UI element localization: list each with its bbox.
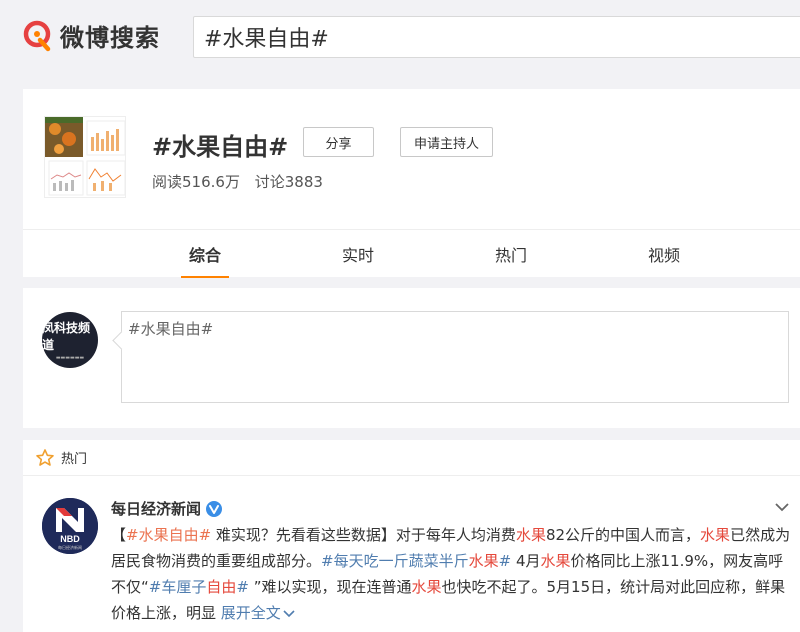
author-avatar[interactable]: NBD 每日经济新闻 bbox=[42, 498, 98, 554]
nbd-logo: NBD 每日经济新闻 bbox=[42, 498, 98, 554]
avatar-nbd-text: NBD bbox=[60, 534, 80, 544]
author-name[interactable]: 每日经济新闻 bbox=[111, 498, 201, 519]
avatar-text: 凤科技频道 bbox=[42, 321, 91, 352]
header: 微博搜索 bbox=[0, 0, 800, 76]
hashtag-link[interactable]: #每天吃一斤蔬菜半斤水果# bbox=[321, 552, 511, 570]
feed-header: 热门 bbox=[23, 440, 800, 476]
post-text-segment: ”难以实现，现在连普通 bbox=[248, 578, 412, 596]
post-text: 【#水果自由# 难实现？先看看这些数据】对于每年人均消费水果82公斤的中国人而言… bbox=[111, 522, 791, 626]
tab-video[interactable]: 视频 bbox=[624, 230, 704, 278]
keyword-highlight: 水果 bbox=[468, 552, 499, 570]
post-text-segment: 【 bbox=[111, 526, 127, 544]
read-count: 阅读516.6万 bbox=[152, 173, 240, 191]
hot-feed: 热门 NBD 每日经济新闻 每日经济新闻 【#水果自由# 难实现？先看看这些数据… bbox=[23, 440, 800, 632]
hashtag-link[interactable]: #水果自由# bbox=[126, 526, 211, 544]
avatar-subline-icon: ▬▬▬▬▬▬ bbox=[55, 355, 85, 361]
compose-box[interactable]: #水果自由# bbox=[121, 311, 789, 403]
compose-area: 凤科技频道 ▬▬▬▬▬▬ #水果自由# bbox=[23, 288, 800, 428]
topic-card: #水果自由# 分享 申请主持人 阅读516.6万 讨论3883 综合 实时 热门… bbox=[23, 89, 800, 278]
keyword-highlight: 水果 bbox=[411, 578, 442, 596]
expand-label: 展开全文 bbox=[220, 604, 281, 622]
weibo-search-logo[interactable]: 微博搜索 bbox=[22, 18, 160, 53]
keyword-highlight: 水果 bbox=[540, 552, 571, 570]
verified-icon bbox=[206, 500, 223, 517]
search-input[interactable] bbox=[194, 17, 800, 57]
search-logo-icon bbox=[23, 20, 51, 51]
post-text-segment: 4月 bbox=[511, 552, 541, 570]
hashtag-text: # bbox=[498, 552, 512, 570]
expand-full-text-link[interactable]: 展开全文 bbox=[221, 604, 295, 622]
tab-hot[interactable]: 热门 bbox=[471, 230, 551, 278]
keyword-highlight: 水果 bbox=[515, 526, 546, 544]
post-text-segment: 82公斤的中国人而言， bbox=[545, 526, 701, 544]
discussion-count: 讨论3883 bbox=[254, 173, 323, 191]
chart-collage-image bbox=[45, 117, 125, 196]
tab-realtime[interactable]: 实时 bbox=[318, 230, 398, 278]
hashtag-link[interactable]: #车厘子自由# bbox=[149, 578, 249, 596]
apply-host-button[interactable]: 申请主持人 bbox=[400, 127, 493, 157]
hashtag-text: # bbox=[236, 578, 249, 596]
keyword-highlight: 水果 bbox=[700, 526, 731, 544]
section-label: 热门 bbox=[61, 452, 88, 467]
share-button[interactable]: 分享 bbox=[303, 127, 374, 157]
topic-stats: 阅读516.6万 讨论3883 bbox=[152, 171, 333, 192]
post-author[interactable]: 每日经济新闻 bbox=[111, 498, 223, 519]
search-box[interactable] bbox=[193, 16, 800, 58]
topic-title: #水果自由# bbox=[152, 133, 289, 161]
keyword-highlight: 自由 bbox=[206, 578, 237, 596]
avatar-subtext: 每日经济新闻 bbox=[58, 544, 82, 550]
chevron-down-icon[interactable] bbox=[774, 500, 790, 514]
star-icon bbox=[36, 448, 54, 466]
logo-text: 微博搜索 bbox=[60, 24, 160, 52]
expand-chevron-icon bbox=[283, 609, 295, 617]
hashtag-text: #车厘子 bbox=[148, 578, 207, 596]
tab-comprehensive[interactable]: 综合 bbox=[165, 230, 245, 278]
post-text-segment: 难实现？先看看这些数据】对于每年人均消费 bbox=[211, 526, 516, 544]
compose-textarea[interactable]: #水果自由# bbox=[122, 312, 788, 402]
topic-thumbnail bbox=[44, 116, 126, 198]
hashtag-text: #每天吃一斤蔬菜半斤 bbox=[321, 552, 469, 570]
user-avatar[interactable]: 凤科技频道 ▬▬▬▬▬▬ bbox=[42, 312, 98, 368]
topic-tabs: 综合 实时 热门 视频 bbox=[23, 229, 800, 278]
